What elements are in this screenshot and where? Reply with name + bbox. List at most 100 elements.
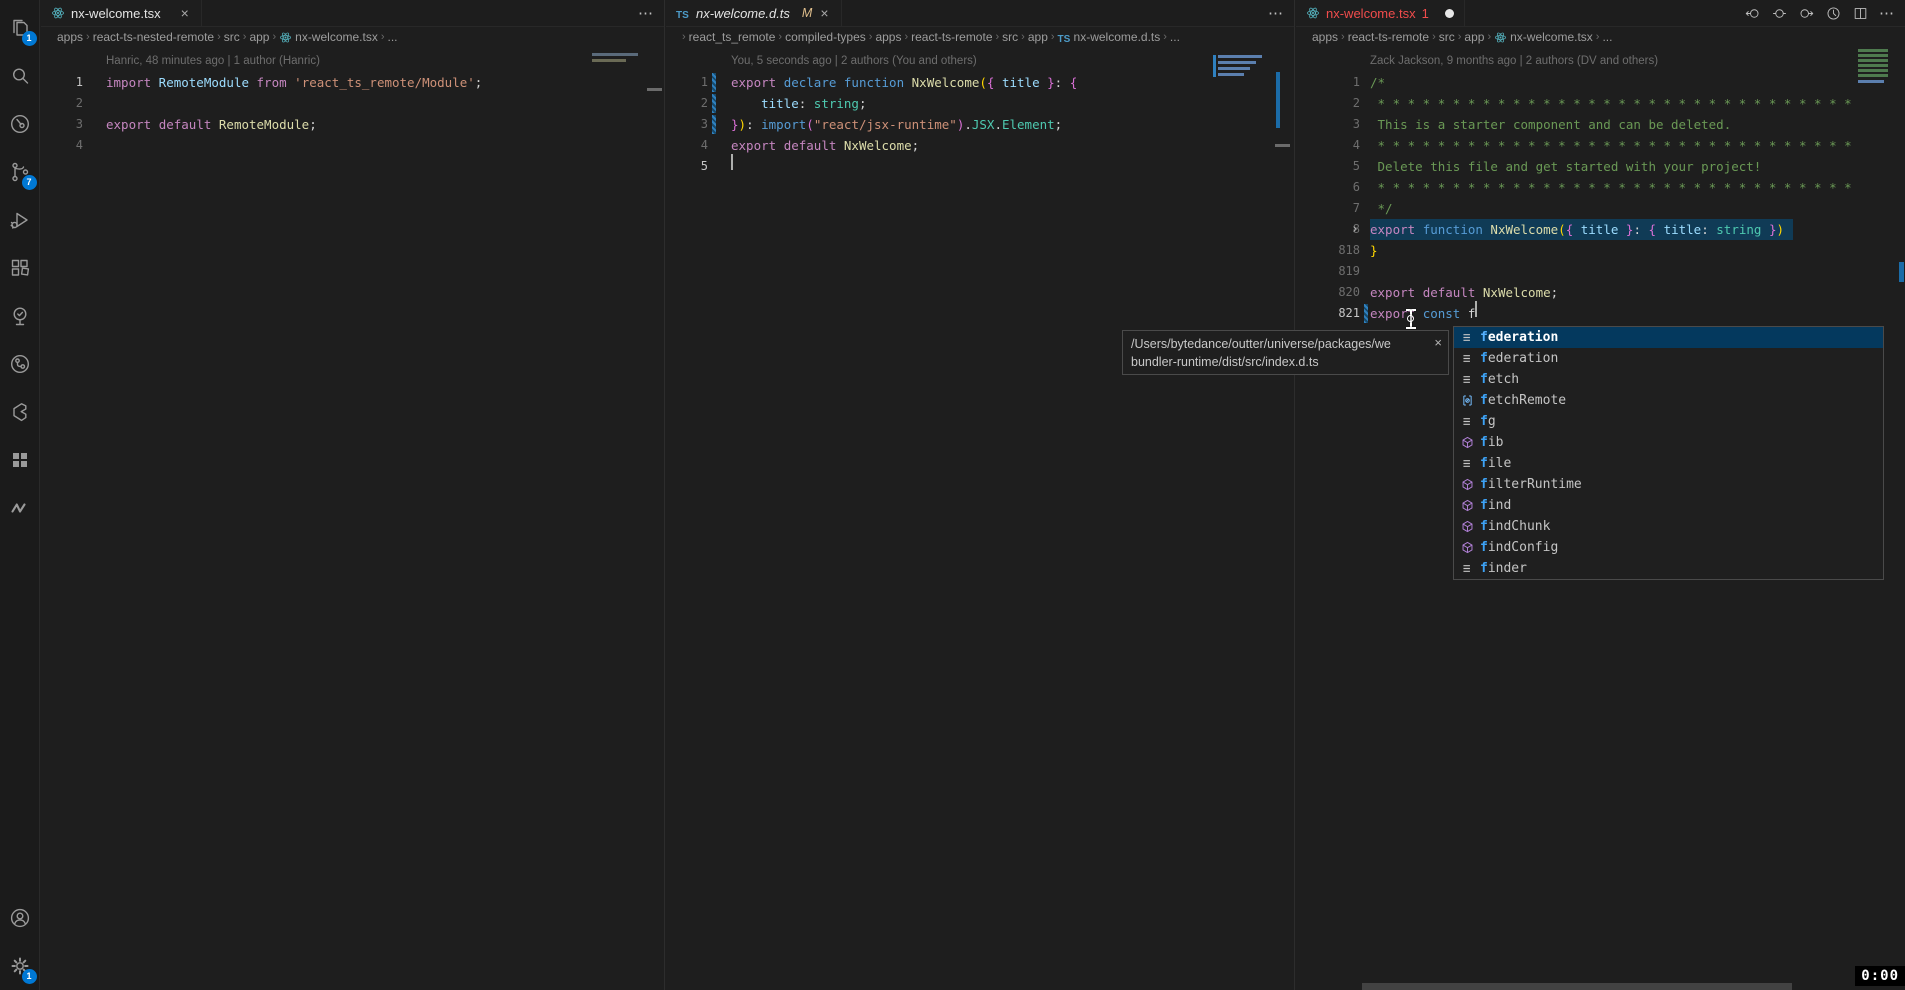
minimap[interactable] (1858, 49, 1888, 52)
editor-tab[interactable]: nx-welcome.tsx 1 (1296, 0, 1465, 26)
breadcrumb-item[interactable]: compiled-types (785, 30, 866, 44)
code-line[interactable]: 5 (666, 156, 1294, 177)
breadcrumb-item[interactable]: ... (1170, 30, 1180, 44)
more-actions-icon[interactable]: ⋯ (638, 4, 654, 22)
activity-bar-item[interactable] (0, 100, 40, 148)
tooltip-close-icon[interactable]: × (1434, 334, 1442, 352)
minimap[interactable] (1858, 54, 1888, 57)
code-editor[interactable]: Hanric, 48 minutes ago | 1 author (Hanri… (41, 47, 664, 156)
breadcrumb-item[interactable]: nx-welcome.tsx (279, 30, 378, 44)
code-line[interactable]: 8›export function NxWelcome({ title }: {… (1296, 219, 1905, 240)
minimap[interactable] (1218, 67, 1250, 70)
minimap[interactable] (1858, 59, 1888, 62)
activity-bar-item[interactable]: 1 (0, 4, 40, 52)
split-editor-icon[interactable] (1852, 5, 1869, 22)
fold-chevron-icon[interactable]: › (1351, 219, 1359, 240)
code-line[interactable]: 2 (41, 93, 664, 114)
tab-dirty-dot-icon[interactable] (1445, 9, 1454, 18)
suggest-item[interactable]: filterRuntime (1454, 474, 1883, 495)
breadcrumb-item[interactable]: apps (1312, 30, 1338, 44)
activity-bar-item[interactable] (0, 244, 40, 292)
activity-bar-item[interactable]: 1 (0, 942, 40, 990)
code-line[interactable]: 819 (1296, 261, 1905, 282)
code-line[interactable]: 5 Delete this file and get started with … (1296, 156, 1905, 177)
editor-tab[interactable]: TS nx-welcome.d.ts M × (666, 0, 842, 26)
breadcrumb-item[interactable]: src (1439, 30, 1455, 44)
code-line[interactable]: 7 */ (1296, 198, 1905, 219)
suggest-item[interactable]: findChunk (1454, 516, 1883, 537)
nav-back-icon[interactable] (1744, 5, 1761, 22)
activity-bar-item[interactable] (0, 292, 40, 340)
code-line[interactable]: 1export declare function NxWelcome({ tit… (666, 72, 1294, 93)
minimap[interactable] (592, 53, 638, 56)
breadcrumb-item[interactable]: src (1002, 30, 1018, 44)
code-line[interactable]: 3 This is a starter component and can be… (1296, 114, 1905, 135)
breadcrumb-item[interactable]: react_ts_remote (689, 30, 776, 44)
breadcrumb-item[interactable]: nx-welcome.tsx (1494, 30, 1593, 44)
nav-forward-icon[interactable] (1798, 5, 1815, 22)
activity-bar-item[interactable] (0, 196, 40, 244)
code-editor[interactable]: Zack Jackson, 9 months ago | 2 authors (… (1296, 47, 1905, 324)
code-line[interactable]: 4export default NxWelcome; (666, 135, 1294, 156)
breadcrumb-item[interactable]: TSnx-welcome.d.ts (1058, 30, 1161, 44)
activity-bar-item[interactable] (0, 52, 40, 100)
breadcrumb-item[interactable]: app (1464, 30, 1484, 44)
code-line[interactable]: 820export default NxWelcome; (1296, 282, 1905, 303)
breadcrumb-item[interactable]: app (1028, 30, 1048, 44)
minimap[interactable] (1218, 55, 1262, 58)
tab-close-icon[interactable]: × (179, 5, 191, 21)
suggest-item[interactable]: findConfig (1454, 537, 1883, 558)
minimap[interactable] (1218, 61, 1256, 64)
code-line[interactable]: 2 * * * * * * * * * * * * * * * * * * * … (1296, 93, 1905, 114)
code-line[interactable]: 1import RemoteModule from 'react_ts_remo… (41, 72, 664, 93)
history-icon[interactable] (1825, 5, 1842, 22)
code-line[interactable]: 4 (41, 135, 664, 156)
breadcrumb-item[interactable]: react-ts-nested-remote (93, 30, 214, 44)
editor-tab[interactable]: nx-welcome.tsx × (41, 0, 202, 26)
activity-bar-item[interactable] (0, 340, 40, 388)
suggest-item[interactable]: fetch (1454, 369, 1883, 390)
code-line[interactable]: 2 title: string; (666, 93, 1294, 114)
suggest-item[interactable]: find (1454, 495, 1883, 516)
code-line[interactable]: 3export default RemoteModule; (41, 114, 664, 135)
code-line[interactable]: 4 * * * * * * * * * * * * * * * * * * * … (1296, 135, 1905, 156)
code-line[interactable]: 821export const f (1296, 303, 1905, 324)
suggest-item[interactable]: federation (1454, 348, 1883, 369)
suggest-item[interactable]: fib (1454, 432, 1883, 453)
activity-bar-item[interactable]: 7 (0, 148, 40, 196)
minimap[interactable] (1858, 64, 1888, 67)
breadcrumb-item[interactable]: apps (57, 30, 83, 44)
activity-bar-item[interactable] (0, 388, 40, 436)
code-line[interactable]: 6 * * * * * * * * * * * * * * * * * * * … (1296, 177, 1905, 198)
activity-bar-item[interactable] (0, 484, 40, 532)
breadcrumb-item[interactable]: react-ts-remote (911, 30, 992, 44)
suggest-item[interactable]: file (1454, 453, 1883, 474)
code-line[interactable]: 818} (1296, 240, 1905, 261)
nav-dot-icon[interactable] (1771, 5, 1788, 22)
activity-bar-item[interactable] (0, 436, 40, 484)
code-editor[interactable]: You, 5 seconds ago | 2 authors (You and … (666, 47, 1294, 177)
suggest-item[interactable]: fg (1454, 411, 1883, 432)
breadcrumb-item[interactable]: src (224, 30, 240, 44)
suggest-item[interactable]: federation (1454, 327, 1883, 348)
text-suggestion-icon (1459, 372, 1475, 388)
minimap[interactable] (1858, 80, 1884, 83)
more-actions-icon[interactable]: ⋯ (1268, 4, 1284, 22)
breadcrumb-item[interactable]: app (249, 30, 269, 44)
minimap[interactable] (1858, 69, 1888, 72)
activity-bar-item[interactable] (0, 894, 40, 942)
suggest-item[interactable]: fetchRemote (1454, 390, 1883, 411)
breadcrumb-item[interactable]: ... (1602, 30, 1612, 44)
code-line[interactable]: 3}): import("react/jsx-runtime").JSX.Ele… (666, 114, 1294, 135)
more-actions-icon[interactable]: ⋯ (1879, 4, 1895, 22)
suggest-item[interactable]: finder (1454, 558, 1883, 579)
breadcrumb-item[interactable]: apps (875, 30, 901, 44)
minimap[interactable] (592, 59, 626, 62)
horizontal-scrollbar[interactable] (1362, 983, 1792, 990)
minimap[interactable] (1858, 74, 1888, 77)
tab-close-icon[interactable]: × (818, 5, 830, 21)
code-line[interactable]: 1/* (1296, 72, 1905, 93)
minimap[interactable] (1218, 73, 1244, 76)
breadcrumb-item[interactable]: react-ts-remote (1348, 30, 1429, 44)
breadcrumb-item[interactable]: ... (388, 30, 398, 44)
